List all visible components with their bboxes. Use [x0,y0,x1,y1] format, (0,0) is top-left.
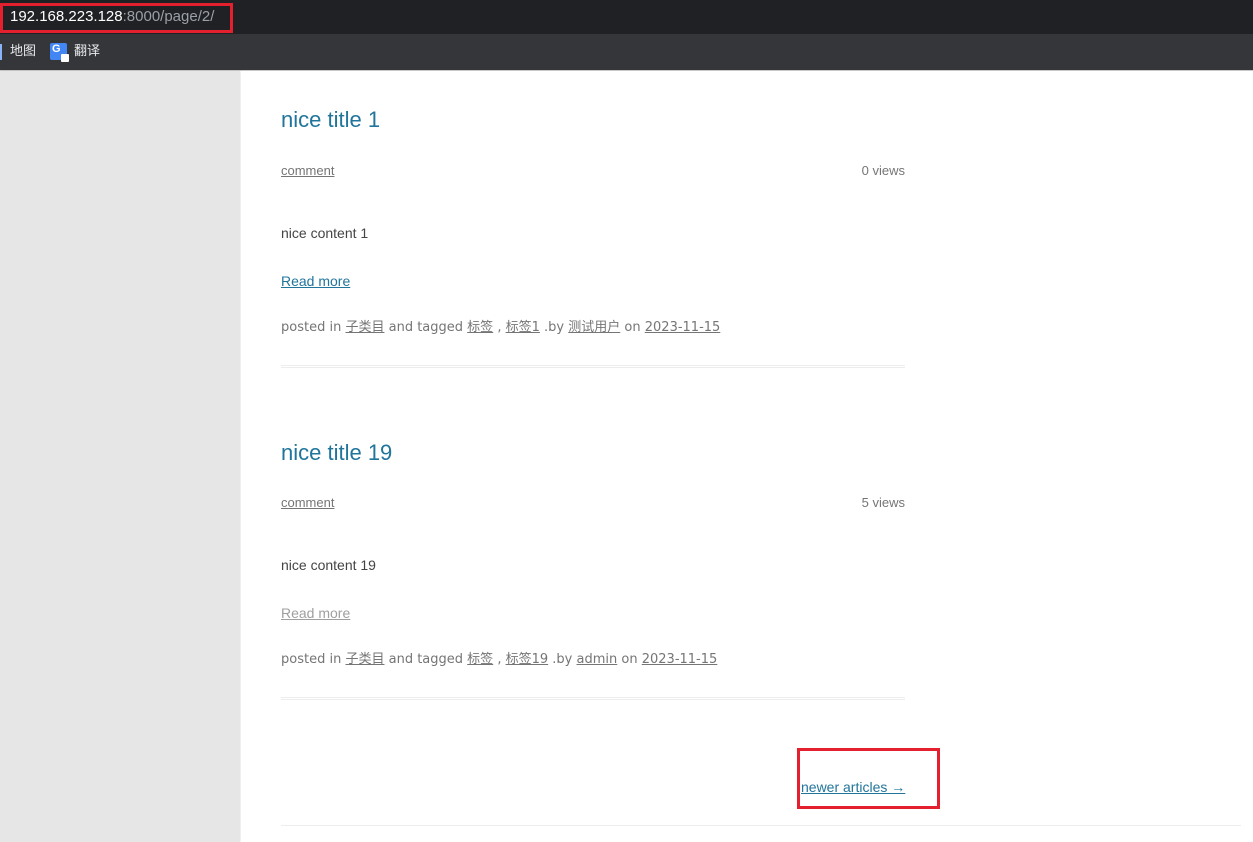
tag-separator: , [497,320,502,335]
date-link[interactable]: 2023-11-15 [645,320,721,335]
article-footer: posted in 子类目 and tagged 标签 , 标签19 .by a… [281,652,717,668]
address-bar[interactable]: 192.168.223.128:8000/page/2/ [0,0,1253,34]
bookmark-map[interactable]: 地图 [10,44,36,60]
bottom-divider [281,825,1241,826]
posted-in-text: posted in [281,320,342,335]
article-content: nice content 1 [281,225,369,241]
author-link[interactable]: admin [577,652,618,667]
newer-articles-highlight-box [797,748,940,809]
tag-link[interactable]: 标签 [467,652,493,667]
tag-link[interactable]: 标签1 [506,320,540,335]
by-text: .by [552,652,573,667]
bookmark-translate[interactable]: 翻译 [74,44,100,60]
category-link[interactable]: 子类目 [345,652,384,667]
posted-in-text: posted in [281,652,342,667]
category-link[interactable]: 子类目 [345,320,384,335]
tagged-text: and tagged [388,320,464,335]
article-title[interactable]: nice title 1 [281,106,380,134]
read-more-link[interactable]: Read more [281,604,350,622]
google-translate-icon [50,43,69,62]
by-text: .by [544,320,565,335]
article-footer: posted in 子类目 and tagged 标签 , 标签1 .by 测试… [281,320,720,336]
article-separator [281,365,905,368]
tag-link[interactable]: 标签19 [506,652,549,667]
date-link[interactable]: 2023-11-15 [642,652,718,667]
article-content: nice content 19 [281,557,376,573]
article-separator [281,697,905,700]
main-content: nice title 1 comment 0 views nice conten… [241,71,1253,842]
map-icon [0,44,2,60]
comment-link[interactable]: comment [281,495,334,511]
views-count: 0 views [861,163,905,178]
on-text: on [624,320,641,335]
article-title[interactable]: nice title 19 [281,439,392,467]
url-highlight-box [0,3,233,33]
read-more-link[interactable]: Read more [281,272,350,290]
on-text: on [621,652,638,667]
author-link[interactable]: 测试用户 [568,320,620,335]
sidebar [0,71,240,842]
comment-link[interactable]: comment [281,163,334,179]
bookmarks-bar: 地图 翻译 [0,34,1253,70]
views-count: 5 views [861,495,905,510]
tagged-text: and tagged [388,652,464,667]
tag-separator: , [497,652,502,667]
tag-link[interactable]: 标签 [467,320,493,335]
